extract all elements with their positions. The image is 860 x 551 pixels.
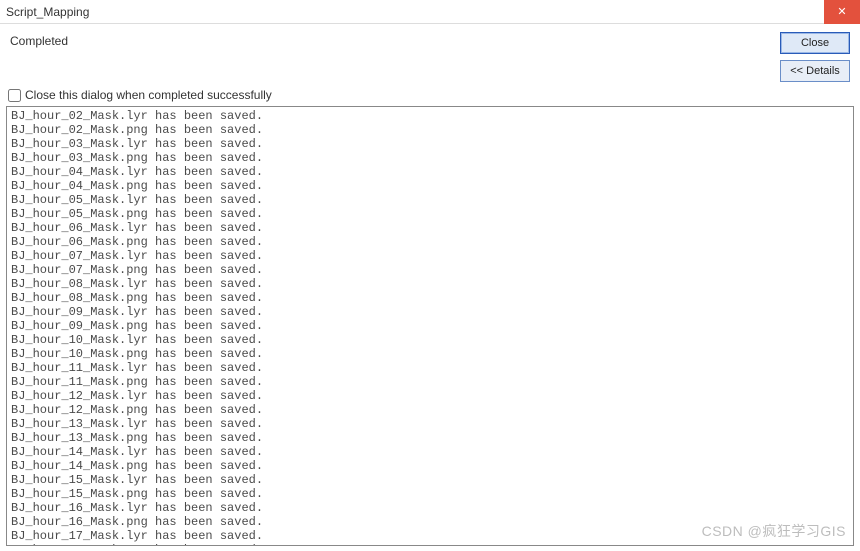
log-line: BJ_hour_08_Mask.png has been saved.	[11, 291, 849, 305]
log-line: BJ_hour_09_Mask.lyr has been saved.	[11, 305, 849, 319]
button-stack: Close << Details	[780, 32, 850, 82]
log-line: BJ_hour_17_Mask.lyr has been saved.	[11, 529, 849, 543]
log-line: BJ_hour_17_Mask.png has been saved.	[11, 543, 849, 545]
log-line: BJ_hour_05_Mask.png has been saved.	[11, 207, 849, 221]
log-line: BJ_hour_13_Mask.lyr has been saved.	[11, 417, 849, 431]
close-button[interactable]: Close	[780, 32, 850, 54]
log-line: BJ_hour_07_Mask.lyr has been saved.	[11, 249, 849, 263]
log-line: BJ_hour_02_Mask.png has been saved.	[11, 123, 849, 137]
log-line: BJ_hour_10_Mask.lyr has been saved.	[11, 333, 849, 347]
close-icon: ✕	[837, 5, 846, 18]
log-line: BJ_hour_04_Mask.png has been saved.	[11, 179, 849, 193]
auto-close-checkbox-row[interactable]: Close this dialog when completed success…	[0, 86, 860, 106]
log-line: BJ_hour_12_Mask.lyr has been saved.	[11, 389, 849, 403]
log-line: BJ_hour_10_Mask.png has been saved.	[11, 347, 849, 361]
auto-close-label: Close this dialog when completed success…	[25, 88, 272, 102]
auto-close-checkbox[interactable]	[8, 89, 21, 102]
window-close-icon[interactable]: ✕	[824, 0, 860, 24]
log-panel: BJ_hour_02_Mask.lyr has been saved.BJ_ho…	[6, 106, 854, 546]
window-titlebar: Script_Mapping ✕	[0, 0, 860, 24]
log-line: BJ_hour_04_Mask.lyr has been saved.	[11, 165, 849, 179]
log-line: BJ_hour_08_Mask.lyr has been saved.	[11, 277, 849, 291]
log-line: BJ_hour_13_Mask.png has been saved.	[11, 431, 849, 445]
log-line: BJ_hour_03_Mask.lyr has been saved.	[11, 137, 849, 151]
log-line: BJ_hour_02_Mask.lyr has been saved.	[11, 109, 849, 123]
log-output[interactable]: BJ_hour_02_Mask.lyr has been saved.BJ_ho…	[7, 107, 853, 545]
status-text: Completed	[10, 32, 68, 48]
log-line: BJ_hour_15_Mask.png has been saved.	[11, 487, 849, 501]
log-line: BJ_hour_11_Mask.lyr has been saved.	[11, 361, 849, 375]
log-line: BJ_hour_09_Mask.png has been saved.	[11, 319, 849, 333]
log-line: BJ_hour_12_Mask.png has been saved.	[11, 403, 849, 417]
log-line: BJ_hour_06_Mask.lyr has been saved.	[11, 221, 849, 235]
log-line: BJ_hour_05_Mask.lyr has been saved.	[11, 193, 849, 207]
details-button[interactable]: << Details	[780, 60, 850, 82]
window-title: Script_Mapping	[6, 5, 89, 19]
log-line: BJ_hour_06_Mask.png has been saved.	[11, 235, 849, 249]
log-line: BJ_hour_15_Mask.lyr has been saved.	[11, 473, 849, 487]
log-line: BJ_hour_03_Mask.png has been saved.	[11, 151, 849, 165]
log-line: BJ_hour_07_Mask.png has been saved.	[11, 263, 849, 277]
header-row: Completed Close << Details	[0, 24, 860, 86]
log-line: BJ_hour_11_Mask.png has been saved.	[11, 375, 849, 389]
log-line: BJ_hour_14_Mask.png has been saved.	[11, 459, 849, 473]
log-line: BJ_hour_14_Mask.lyr has been saved.	[11, 445, 849, 459]
log-line: BJ_hour_16_Mask.lyr has been saved.	[11, 501, 849, 515]
log-line: BJ_hour_16_Mask.png has been saved.	[11, 515, 849, 529]
